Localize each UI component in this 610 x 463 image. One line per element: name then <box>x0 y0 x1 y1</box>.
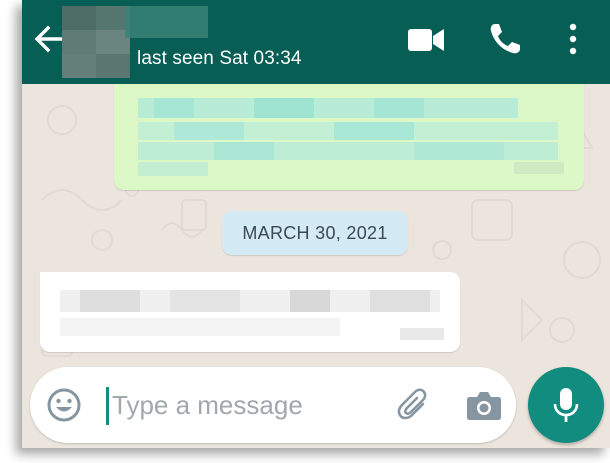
voice-record-button[interactable] <box>528 367 604 443</box>
chat-screen: last seen Sat 03:34 MARCH 30, 2021 Type … <box>22 0 610 448</box>
paperclip-icon[interactable] <box>396 387 432 423</box>
camera-icon[interactable] <box>466 389 502 421</box>
text-caret <box>106 387 109 425</box>
arrow-left-icon[interactable] <box>32 22 66 56</box>
date-separator: MARCH 30, 2021 <box>222 211 408 255</box>
voice-call-icon[interactable] <box>488 22 522 56</box>
incoming-message[interactable] <box>40 272 460 352</box>
outgoing-message[interactable] <box>114 84 584 190</box>
chat-header: last seen Sat 03:34 <box>22 0 610 84</box>
message-composer <box>30 367 516 443</box>
microphone-icon <box>553 388 579 422</box>
date-separator-text: MARCH 30, 2021 <box>242 222 388 243</box>
contact-name[interactable] <box>125 6 208 38</box>
message-input[interactable] <box>112 379 382 431</box>
contact-avatar[interactable] <box>62 6 130 78</box>
emoji-icon[interactable] <box>46 387 82 423</box>
video-call-icon[interactable] <box>408 26 444 54</box>
last-seen-status[interactable]: last seen Sat 03:34 <box>137 48 302 70</box>
screenshot-frame: last seen Sat 03:34 MARCH 30, 2021 Type … <box>0 0 610 463</box>
more-vertical-icon[interactable] <box>564 22 582 56</box>
